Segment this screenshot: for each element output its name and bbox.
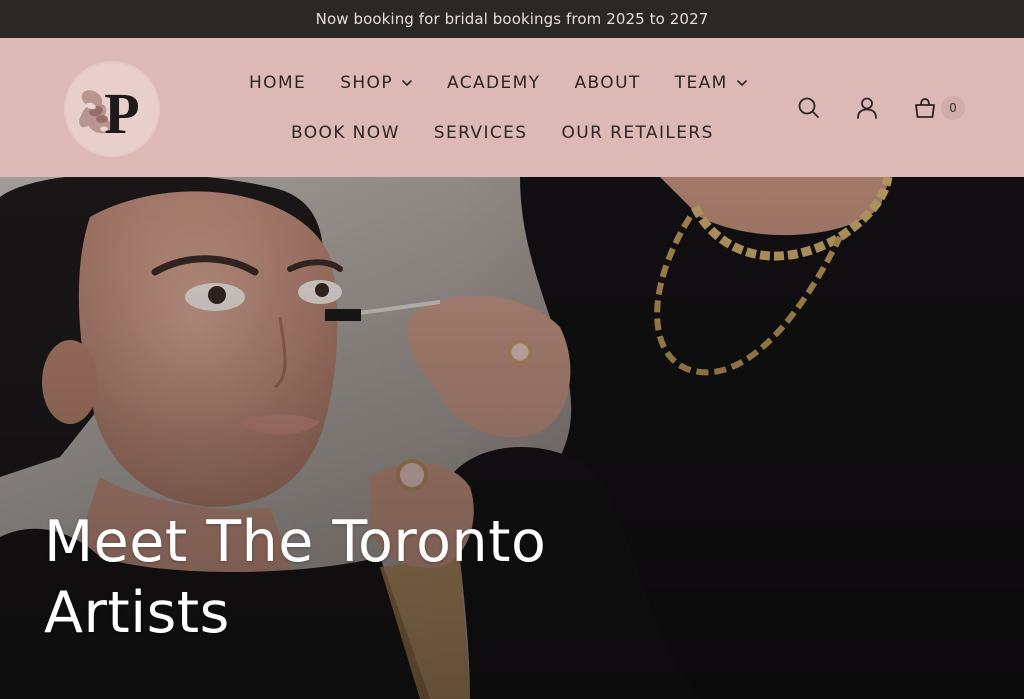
nav-about-label: ABOUT: [574, 73, 641, 93]
cart-icon[interactable]: [912, 95, 938, 121]
nav-shop[interactable]: SHOP: [340, 73, 413, 93]
primary-nav-row-1: HOME SHOP ACADEMY ABOUT TEAM: [249, 70, 748, 96]
svg-text:P: P: [104, 81, 139, 146]
chevron-down-icon: [736, 77, 748, 89]
nav-academy[interactable]: ACADEMY: [447, 73, 541, 93]
nav-our-retailers-label: OUR RETAILERS: [561, 123, 714, 143]
site-header: P HOME SHOP ACADEMY ABOUT TEAM BOOK NOW: [0, 38, 1024, 177]
account-icon[interactable]: [854, 95, 880, 121]
site-logo[interactable]: P: [64, 61, 160, 157]
hero-title: Meet The Toronto Artists: [44, 507, 644, 649]
hero-title-line-2: Artists: [44, 580, 230, 646]
announcement-bar: Now booking for bridal bookings from 202…: [0, 0, 1024, 38]
nav-team-label: TEAM: [674, 73, 728, 93]
nav-services-label: SERVICES: [433, 123, 528, 143]
nav-about[interactable]: ABOUT: [575, 73, 641, 93]
primary-nav-row-2: BOOK NOW SERVICES OUR RETAILERS: [291, 120, 714, 146]
hero-banner: Meet The Toronto Artists: [0, 177, 1024, 699]
search-icon[interactable]: [796, 95, 822, 121]
hero-title-line-1: Meet The Toronto: [44, 509, 547, 575]
nav-team[interactable]: TEAM: [675, 73, 748, 93]
nav-book-now-label: BOOK NOW: [291, 123, 400, 143]
nav-academy-label: ACADEMY: [447, 73, 541, 93]
nav-home-label: HOME: [249, 73, 307, 93]
announcement-text: Now booking for bridal bookings from 202…: [315, 10, 709, 28]
nav-home[interactable]: HOME: [249, 73, 306, 93]
p-monogram-logo-icon: P: [66, 63, 158, 155]
nav-shop-label: SHOP: [340, 73, 393, 93]
nav-book-now[interactable]: BOOK NOW: [291, 123, 400, 143]
cart-count-badge[interactable]: 0: [941, 96, 965, 120]
nav-services[interactable]: SERVICES: [434, 123, 528, 143]
chevron-down-icon: [401, 77, 413, 89]
nav-our-retailers[interactable]: OUR RETAILERS: [561, 123, 713, 143]
